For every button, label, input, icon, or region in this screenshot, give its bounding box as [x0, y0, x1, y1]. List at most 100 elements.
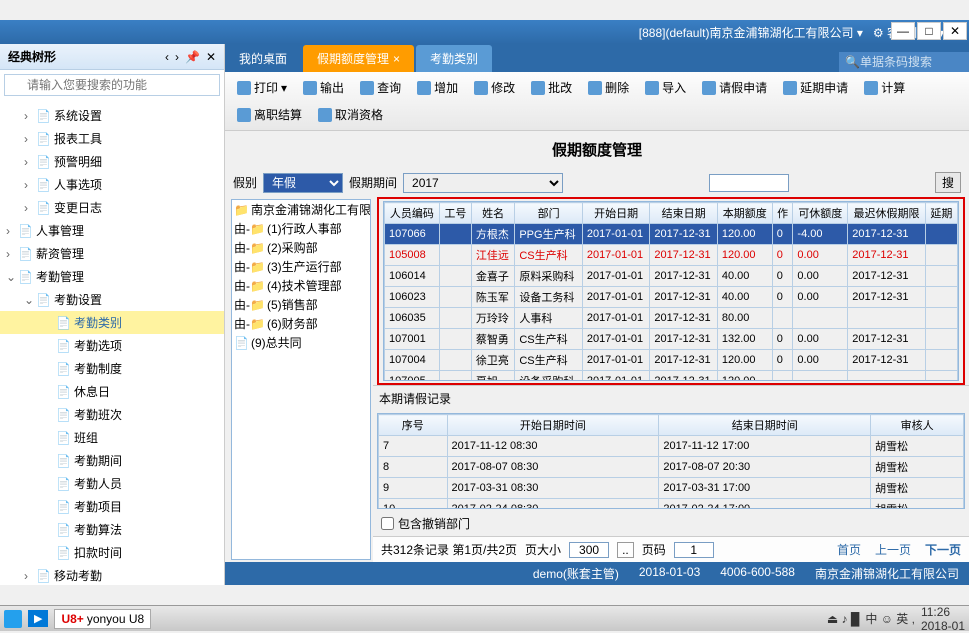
nav-item[interactable]: 📄考勤制度 [0, 357, 224, 380]
table-row[interactable]: 106023陈玉军设备工务科2017-01-012017-12-3140.000… [385, 287, 958, 308]
maximize-button[interactable]: □ [917, 22, 941, 40]
nav-item[interactable]: ›📄变更日志 [0, 196, 224, 219]
col-header[interactable]: 部门 [515, 203, 582, 224]
table-row[interactable]: 105008江佳远CS生产科2017-01-012017-12-31120.00… [385, 245, 958, 266]
nav-item[interactable]: ›📄系统设置 [0, 104, 224, 127]
nav-item[interactable]: ⌄📄考勤管理 [0, 265, 224, 288]
table-row[interactable]: 107005夏旭设备采购科2017-01-012017-12-31120.00 [385, 371, 958, 382]
pageno-input[interactable] [674, 542, 714, 558]
pager-next[interactable]: 下一页 [925, 541, 961, 558]
table-row[interactable]: 102017-02-24 08:302017-02-24 17:00胡雪松 [379, 499, 964, 510]
col-header[interactable]: 开始日期时间 [447, 415, 659, 436]
toolbar-请假申请[interactable]: 请假申请 [696, 76, 773, 99]
barcode-search-input[interactable] [860, 55, 963, 69]
col-header[interactable]: 结束日期时间 [659, 415, 871, 436]
col-header[interactable]: 人员编码 [385, 203, 440, 224]
account-dropdown[interactable]: [888](default)南京金浦锦湖化工有限公司 ▾ [639, 24, 863, 41]
nav-item[interactable]: ›📄预警明细 [0, 150, 224, 173]
sidebar-close-icon[interactable]: ✕ [206, 50, 216, 64]
pager-first[interactable]: 首页 [837, 541, 861, 558]
toolbar-延期申请[interactable]: 延期申请 [777, 76, 854, 99]
dept-node[interactable]: 由-📁(2)采购部 [232, 238, 370, 257]
table-row[interactable]: 72017-11-12 08:302017-11-12 17:00胡雪松 [379, 436, 964, 457]
col-header[interactable]: 工号 [439, 203, 471, 224]
nav-item[interactable]: 📄考勤期间 [0, 449, 224, 472]
tab-leave-quota[interactable]: 假期额度管理 × [303, 45, 414, 72]
toolbar-计算[interactable]: 计算 [858, 76, 911, 99]
table-row[interactable]: 107004徐卫亮CS生产科2017-01-012017-12-31120.00… [385, 350, 958, 371]
toolbar-修改[interactable]: 修改 [468, 76, 521, 99]
chevron-right-icon[interactable]: › [175, 50, 179, 64]
nav-item[interactable]: 📄考勤人员 [0, 472, 224, 495]
col-header[interactable]: 审核人 [871, 415, 964, 436]
col-header[interactable]: 作 [772, 203, 793, 224]
toolbar-增加[interactable]: 增加 [411, 76, 464, 99]
nav-item[interactable]: 📄考勤项目 [0, 495, 224, 518]
nav-item[interactable]: ›📄人事选项 [0, 173, 224, 196]
taskbar-tray-icons[interactable]: ⏏ ♪ █ [827, 612, 860, 626]
col-header[interactable]: 姓名 [471, 203, 514, 224]
tab-close-icon[interactable]: × [393, 52, 400, 66]
dept-node[interactable]: 由-📁(6)财务部 [232, 314, 370, 333]
pagesize-apply-button[interactable]: .. [617, 542, 634, 558]
col-header[interactable]: 延期 [925, 203, 957, 224]
toolbar-导入[interactable]: 导入 [639, 76, 692, 99]
close-button[interactable]: ✕ [943, 22, 967, 40]
barcode-search[interactable]: 🔍 [839, 52, 969, 72]
taskbar-app-yonyou[interactable]: U8+ yonyou U8 [54, 609, 151, 629]
nav-item[interactable]: 📄休息日 [0, 380, 224, 403]
toolbar-打印[interactable]: 打印▾ [231, 76, 293, 99]
col-header[interactable]: 序号 [379, 415, 448, 436]
nav-item[interactable]: ⌄📄考勤设置 [0, 288, 224, 311]
taskbar-app-1[interactable]: ▶ [28, 610, 48, 627]
pager-prev[interactable]: 上一页 [875, 541, 911, 558]
dept-node[interactable]: 📁南京金浦锦湖化工有限公司 [232, 200, 370, 219]
col-header[interactable]: 开始日期 [582, 203, 650, 224]
tab-attendance-type[interactable]: 考勤类别 [416, 45, 492, 72]
dept-node[interactable]: 📄(9)总共同 [232, 333, 370, 352]
toolbar-取消资格[interactable]: 取消资格 [312, 103, 389, 126]
sidebar-search-input[interactable] [4, 74, 220, 96]
toolbar-批改[interactable]: 批改 [525, 76, 578, 99]
table-row[interactable]: 92017-03-31 08:302017-03-31 17:00胡雪松 [379, 478, 964, 499]
table-row[interactable]: 107001蔡智勇CS生产科2017-01-012017-12-31132.00… [385, 329, 958, 350]
dept-node[interactable]: 由-📁(3)生产运行部 [232, 257, 370, 276]
nav-item[interactable]: ›📄报表工具 [0, 127, 224, 150]
table-row[interactable]: 107066方根杰PPG生产科2017-01-012017-12-31120.0… [385, 224, 958, 245]
dept-node[interactable]: 由-📁(4)技术管理部 [232, 276, 370, 295]
minimize-button[interactable]: ― [891, 22, 915, 40]
nav-item[interactable]: 📄班组 [0, 426, 224, 449]
nav-item[interactable]: 📄考勤类别 [0, 311, 224, 334]
filter-period-select[interactable]: 2017 [403, 173, 563, 193]
col-header[interactable]: 最迟休假期限 [848, 203, 926, 224]
pagesize-input[interactable] [569, 542, 609, 558]
pin-icon[interactable]: 📌 [185, 50, 200, 64]
toolbar-离职结算[interactable]: 离职结算 [231, 103, 308, 126]
nav-item[interactable]: 📄考勤选项 [0, 334, 224, 357]
filter-type-select[interactable]: 年假 [263, 173, 343, 193]
toolbar-查询[interactable]: 查询 [354, 76, 407, 99]
toolbar-输出[interactable]: 输出 [297, 76, 350, 99]
toolbar-删除[interactable]: 删除 [582, 76, 635, 99]
col-header[interactable]: 结束日期 [650, 203, 718, 224]
search-button[interactable]: 搜 [935, 172, 961, 193]
tab-desktop[interactable]: 我的桌面 [225, 45, 301, 72]
nav-item[interactable]: ›📄移动考勤 [0, 564, 224, 585]
dept-node[interactable]: 由-📁(1)行政人事部 [232, 219, 370, 238]
nav-item[interactable]: ›📄薪资管理 [0, 242, 224, 265]
taskbar-ime[interactable]: 中 ☺ 英 , [865, 610, 915, 627]
filter-search-input[interactable] [709, 174, 789, 192]
table-row[interactable]: 106035万玲玲人事科2017-01-012017-12-3180.00 [385, 308, 958, 329]
col-header[interactable]: 可休额度 [793, 203, 848, 224]
dept-node[interactable]: 由-📁(5)销售部 [232, 295, 370, 314]
col-header[interactable]: 本期额度 [717, 203, 772, 224]
nav-item[interactable]: ›📄人事管理 [0, 219, 224, 242]
chevron-left-icon[interactable]: ‹ [165, 50, 169, 64]
taskbar-start-icon[interactable] [4, 610, 22, 628]
table-row[interactable]: 106014金喜子原料采购科2017-01-012017-12-3140.000… [385, 266, 958, 287]
nav-item[interactable]: 📄考勤班次 [0, 403, 224, 426]
table-row[interactable]: 82017-08-07 08:302017-08-07 20:30胡雪松 [379, 457, 964, 478]
nav-item[interactable]: 📄扣款时间 [0, 541, 224, 564]
nav-item[interactable]: 📄考勤算法 [0, 518, 224, 541]
include-revoked-checkbox[interactable] [381, 517, 394, 530]
